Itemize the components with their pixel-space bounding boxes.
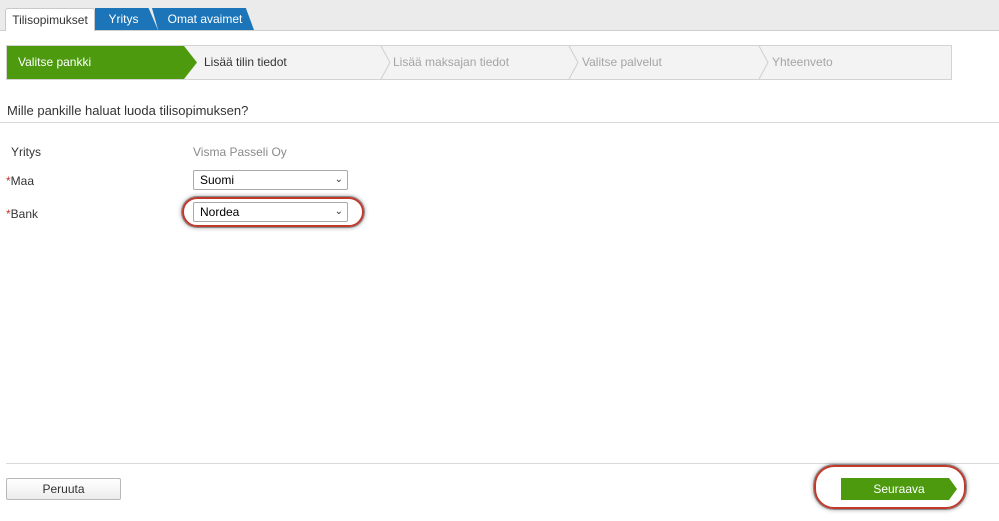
tab-yritys[interactable]: Yritys [95,8,158,30]
top-tab-bar: Tilisopimukset Yritys Omat avaimet [0,0,999,31]
wizard-step-lisaa-maksajan-tiedot: Lisää maksajan tiedot [393,55,510,69]
footer-divider [6,463,999,464]
company-label-text: Yritys [11,145,41,159]
company-label: Yritys [11,145,41,159]
bank-label-text: Bank [10,207,39,221]
cancel-button[interactable]: Peruuta [6,478,121,500]
divider [0,122,999,123]
country-label: *Maa [6,174,34,188]
company-value: Visma Passeli Oy [193,145,287,159]
country-select[interactable]: Suomi ⌄ [193,170,348,190]
step-separator-chevron-icon [380,46,392,79]
step-separator-chevron-icon [568,46,580,79]
bank-select[interactable]: Nordea ⌄ [193,202,348,222]
bank-label: *Bank [6,207,38,221]
country-label-text: Maa [10,174,35,188]
tab-omat-avaimet[interactable]: Omat avaimet [152,8,254,30]
chevron-down-icon: ⌄ [334,206,343,217]
wizard-step-yhteenveto: Yhteenveto [772,55,833,69]
step-separator-chevron-icon [758,46,770,79]
next-button[interactable]: Seuraava [841,478,957,500]
wizard-step-lisaa-tilin-tiedot: Lisää tilin tiedot [204,55,287,69]
wizard-step-valitse-palvelut: Valitse palvelut [582,55,662,69]
tab-tilisopimukset[interactable]: Tilisopimukset [5,8,95,31]
wizard-step-valitse-pankki: Valitse pankki [7,46,197,79]
chevron-down-icon: ⌄ [334,174,343,185]
page-heading: Mille pankille haluat luoda tilisopimuks… [7,103,249,118]
wizard-steps: Valitse pankki Lisää tilin tiedot Lisää … [6,45,952,80]
country-select-value: Suomi [200,173,235,187]
bank-select-value: Nordea [200,205,240,219]
